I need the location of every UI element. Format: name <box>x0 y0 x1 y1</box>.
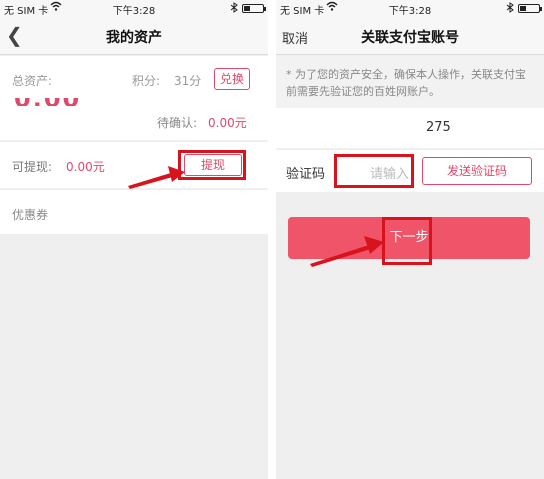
status-bar: 无 SIM 卡 下午3:28 <box>0 0 268 17</box>
link-alipay-screen: 无 SIM 卡 下午3:28 取消 关联支付宝账号 * 为了您的资产安全，确保本… <box>276 0 544 479</box>
assets-card: 总资产: 积分: 31分 兑换 0.00 待确认: 0.00元 <box>0 56 268 140</box>
total-assets-label: 总资产: <box>12 74 53 88</box>
pending-value: 0.00元 <box>208 116 247 130</box>
page-title: 关联支付宝账号 <box>361 30 459 46</box>
exchange-button[interactable]: 兑换 <box>214 68 250 90</box>
battery-icon <box>518 4 542 13</box>
send-code-button[interactable]: 发送验证码 <box>422 157 532 185</box>
total-assets-value: 0.00 <box>14 98 81 106</box>
coupon-row[interactable]: 优惠券 <box>0 190 268 234</box>
clock: 下午3:28 <box>112 6 156 17</box>
page-title: 我的资产 <box>106 30 162 46</box>
clock: 下午3:28 <box>388 6 432 17</box>
highlight-box <box>178 150 246 180</box>
status-bar: 无 SIM 卡 下午3:28 <box>276 0 544 17</box>
bluetooth-icon <box>230 2 238 16</box>
battery-icon <box>242 4 266 13</box>
highlight-box <box>334 154 414 188</box>
withdrawable-label: 可提现: <box>12 160 53 174</box>
highlight-box <box>382 217 432 265</box>
phone-row: 275 <box>276 108 544 148</box>
verification-row: 验证码 请输入 发送验证码 <box>276 150 544 192</box>
security-notice: * 为了您的资产安全，确保本人操作，关联支付宝前需要先验证您的百姓网账户。 <box>276 56 544 108</box>
points-value: 31分 <box>174 74 202 88</box>
total-value-clip: 0.00 <box>14 98 114 106</box>
my-assets-screen: 无 SIM 卡 下午3:28 ❮ 我的资产 总资产: 积分: 31分 兑换 0.… <box>0 0 268 479</box>
pointer-arrow-icon <box>310 236 384 267</box>
navigation-bar: 取消 关联支付宝账号 <box>276 17 544 55</box>
bluetooth-icon <box>506 2 514 16</box>
code-label: 验证码 <box>286 167 326 182</box>
coupon-label: 优惠券 <box>12 208 49 222</box>
phone-number: 275 <box>426 120 451 135</box>
pointer-arrow-icon <box>128 166 185 189</box>
withdrawable-value: 0.00元 <box>66 160 105 174</box>
pending-label: 待确认: <box>157 116 198 130</box>
navigation-bar: ❮ 我的资产 <box>0 17 268 55</box>
points-label: 积分: <box>132 74 161 88</box>
